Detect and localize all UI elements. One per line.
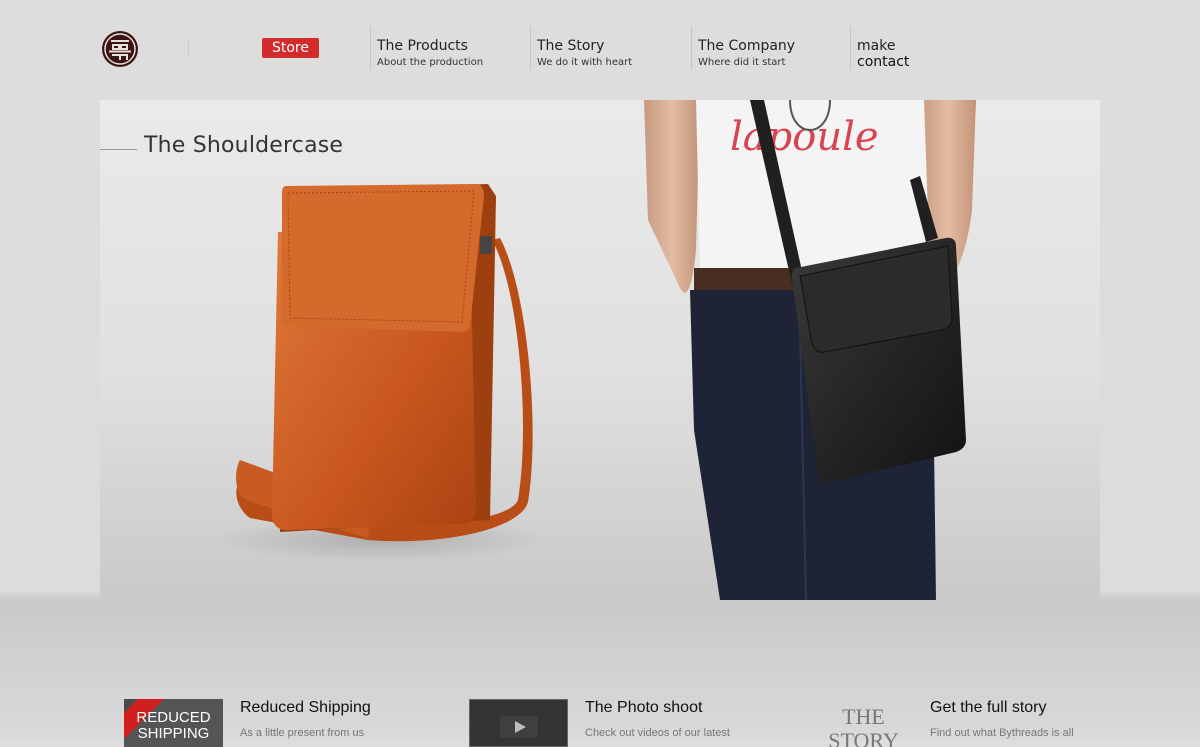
feature-description: As a little present from us: [240, 727, 365, 739]
nav-item-contact[interactable]: make contact: [850, 26, 909, 70]
nav-item-title: The Story: [537, 38, 605, 54]
thumb-text-1: THE: [842, 704, 885, 729]
feature-title[interactable]: The Photo shoot: [585, 699, 702, 717]
contact-line-2: contact: [857, 54, 910, 70]
hero-illustration: lapoule: [210, 100, 976, 600]
feature-title[interactable]: Get the full story: [930, 699, 1047, 717]
title-rule: [100, 149, 137, 150]
hero-banner[interactable]: lapoule The Shouldercase: [100, 100, 1100, 600]
nav-item-title: The Company: [698, 38, 796, 54]
nav-item-company[interactable]: The Company Where did it start: [691, 26, 795, 70]
thumb-text-2: STORY: [828, 728, 899, 747]
hero-title: The Shouldercase: [144, 133, 344, 158]
feature-title[interactable]: Reduced Shipping: [240, 699, 371, 717]
feature-description: Find out what Bythreads is all: [930, 727, 1074, 739]
nav-item-subtitle: Where did it start: [698, 57, 786, 68]
logo-divider: [188, 38, 189, 56]
feature-description: Check out videos of our latest: [585, 727, 730, 739]
thumb-text-1: REDUCED: [136, 709, 211, 726]
store-button[interactable]: Store: [262, 38, 319, 58]
nav-item-products[interactable]: The Products About the production: [370, 26, 483, 70]
contact-line-1: make: [857, 38, 896, 54]
nav-item-subtitle: We do it with heart: [537, 57, 633, 68]
nav-item-title: The Products: [377, 38, 468, 54]
shirt-print: lapoule: [730, 114, 879, 160]
nav-item-subtitle: About the production: [377, 57, 484, 68]
shou-symbol-icon[interactable]: [101, 30, 139, 68]
nav-item-story[interactable]: The Story We do it with heart: [530, 26, 632, 70]
